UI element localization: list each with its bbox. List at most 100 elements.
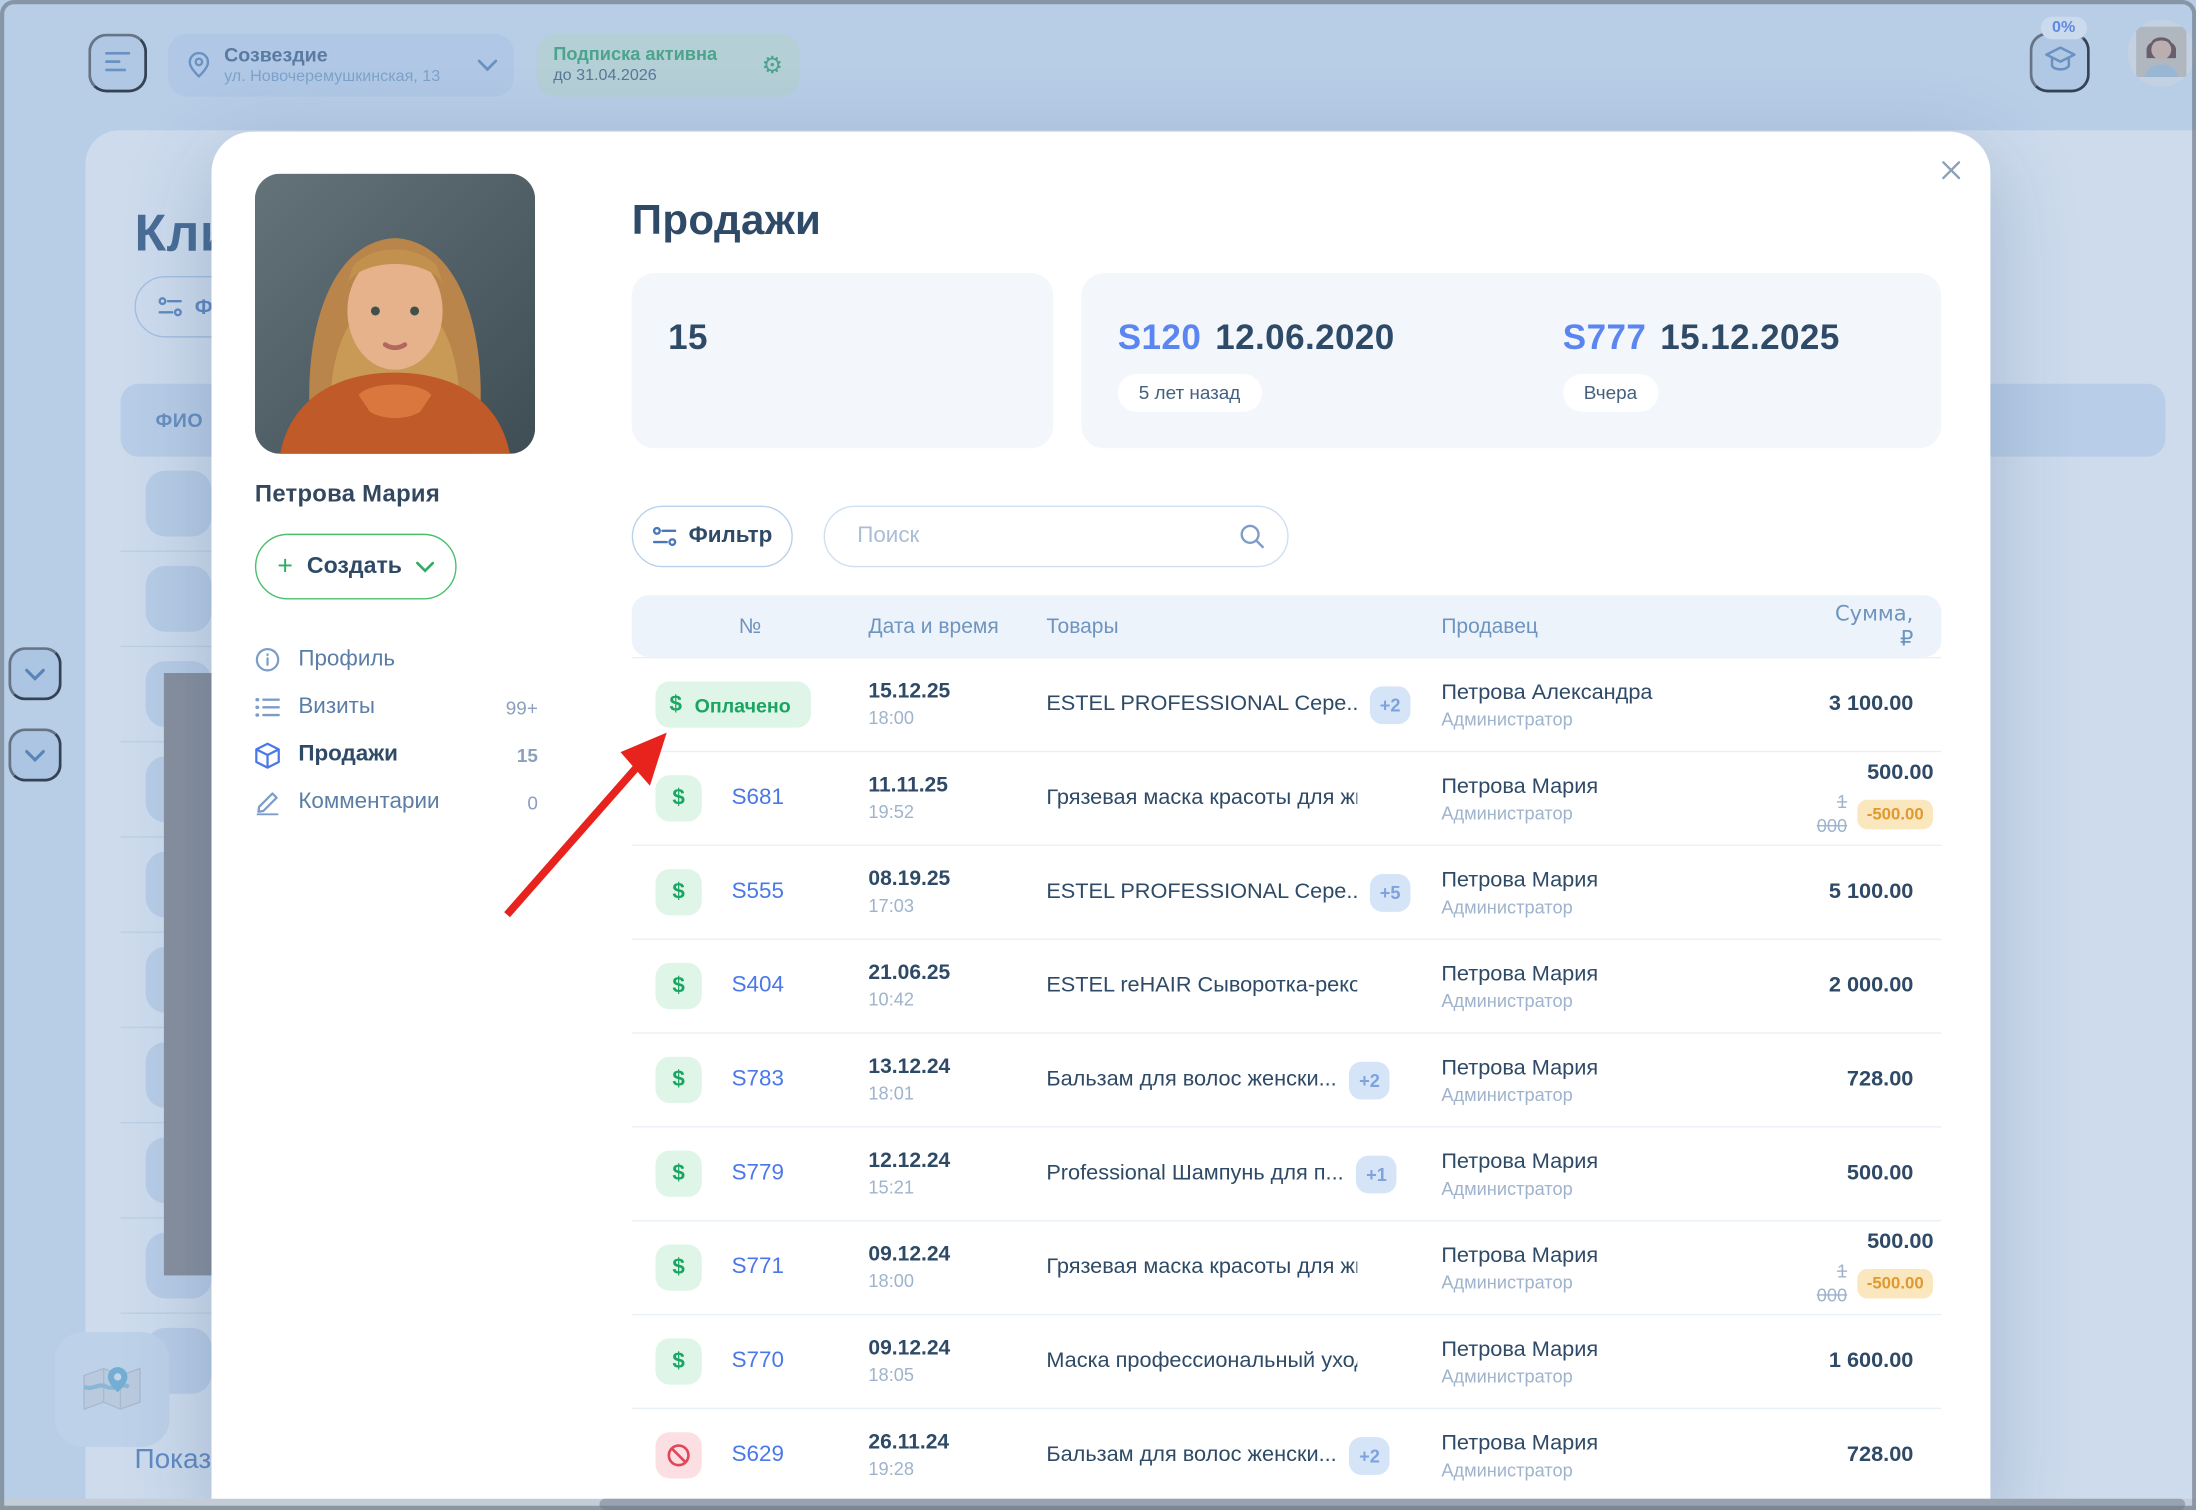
sale-number[interactable]: S771	[709, 1255, 807, 1280]
column-datetime: Дата и время	[868, 614, 1046, 638]
payment-status-icon[interactable]: $	[656, 1151, 702, 1197]
extra-products-badge[interactable]: +2	[1349, 1061, 1389, 1099]
product-name: Бальзам для волос женски...	[1046, 1443, 1336, 1468]
sale-row[interactable]: $ S629 26.11.24 19:28 Бальзам для волос …	[632, 1408, 1942, 1502]
menu-item-profile[interactable]: Профиль	[255, 636, 538, 684]
sale-row[interactable]: $ S404 21.06.25 10:42 ESTEL reHAIR Сывор…	[632, 938, 1942, 1032]
product-name: ESTEL PROFESSIONAL Сере...	[1046, 880, 1357, 905]
seller-name: Петрова Мария	[1441, 1243, 1816, 1268]
sale-amount: 500.00	[1817, 1228, 1934, 1256]
time-ago-badge: Вчера	[1563, 374, 1658, 412]
sale-amount: 728.00	[1817, 1441, 1914, 1469]
sales-filter-button[interactable]: Фильтр	[632, 506, 793, 568]
sale-date: 26.11.24	[868, 1428, 1046, 1455]
dollar-icon: $	[670, 692, 682, 717]
menu-item-sales[interactable]: Продажи 15	[255, 731, 538, 779]
stat-first-sale: Первая продажа S12012.06.2020 5 лет наза…	[1118, 307, 1395, 448]
modal-title: Продажи	[632, 197, 822, 245]
sale-date: 09.12.24	[868, 1241, 1046, 1268]
dollar-icon: $	[672, 1349, 684, 1374]
extra-products-badge[interactable]: +2	[1370, 686, 1410, 724]
close-icon[interactable]	[1933, 151, 1969, 187]
sale-number[interactable]: S770	[709, 1349, 807, 1374]
search-icon[interactable]	[1240, 524, 1265, 549]
seller-role: Администратор	[1441, 1365, 1816, 1386]
sale-number[interactable]: S404	[709, 973, 807, 998]
product-name: Грязевая маска красоты для жи...	[1046, 786, 1357, 811]
seller-name: Петрова Александра	[1441, 680, 1816, 705]
sale-row[interactable]: $ Оплачено 15.12.25 18:00 ESTEL PROFESSI…	[632, 657, 1942, 751]
sale-time: 18:00	[868, 708, 1046, 732]
sale-amount: 5 100.00	[1817, 878, 1914, 906]
pencil-icon	[255, 790, 282, 815]
product-name: Маска профессиональный уход...	[1046, 1349, 1357, 1374]
client-name: Петрова Мария	[255, 480, 440, 508]
sale-row[interactable]: $ S779 12.12.24 15:21 Professional Шампу…	[632, 1126, 1942, 1220]
product-name: Professional Шампунь для п...	[1046, 1161, 1343, 1186]
product-name: Грязевая маска красоты для жи...	[1046, 1255, 1357, 1280]
sale-date: 08.19.25	[868, 865, 1046, 892]
sale-amount: 500.00	[1817, 1160, 1914, 1188]
seller-role: Администратор	[1441, 1083, 1816, 1104]
column-number: №	[632, 614, 869, 638]
sale-row[interactable]: $ S771 09.12.24 18:00 Грязевая маска кра…	[632, 1220, 1942, 1314]
discount-badge: -500.00	[1857, 1269, 1934, 1299]
sale-time: 19:28	[868, 1459, 1046, 1483]
sale-amount: 500.00	[1817, 759, 1934, 787]
menu-item-visits[interactable]: Визиты 99+	[255, 684, 538, 732]
sale-time: 18:01	[868, 1083, 1046, 1107]
scrollbar-thumb[interactable]	[599, 1499, 2185, 1510]
cube-icon	[255, 742, 282, 769]
sale-number[interactable]: S681	[709, 786, 807, 811]
sale-time: 10:42	[868, 989, 1046, 1013]
seller-name: Петрова Мария	[1441, 1337, 1816, 1362]
sale-date: 15.12.2025	[1660, 318, 1839, 357]
dollar-icon: $	[672, 1161, 684, 1186]
status-tooltip: Оплачено	[695, 693, 791, 715]
payment-status-icon[interactable]: $	[656, 1432, 702, 1478]
sale-number[interactable]: S783	[709, 1067, 807, 1092]
seller-role: Администратор	[1441, 1271, 1816, 1292]
sale-time: 17:03	[868, 895, 1046, 919]
stat-dates-card: Первая продажа S12012.06.2020 5 лет наза…	[1081, 273, 1941, 448]
sales-table: $ Оплачено 15.12.25 18:00 ESTEL PROFESSI…	[632, 657, 1942, 1502]
app-window: Созвездие ул. Новочеремушкинская, 13 Под…	[0, 0, 2196, 1510]
payment-status-icon[interactable]: $	[656, 1338, 702, 1384]
seller-name: Петрова Мария	[1441, 1055, 1816, 1080]
sale-number[interactable]: S555	[709, 880, 807, 905]
sale-amount: 3 100.00	[1817, 690, 1914, 718]
sale-number[interactable]: S779	[709, 1161, 807, 1186]
payment-status-icon[interactable]: $	[656, 1057, 702, 1103]
menu-count: 15	[517, 744, 538, 765]
plus-icon: +	[277, 551, 293, 582]
filter-sliders-icon	[652, 527, 676, 547]
menu-item-comments[interactable]: Комментарии 0	[255, 779, 538, 827]
sale-row[interactable]: $ S681 11.11.25 19:52 Грязевая маска кра…	[632, 751, 1942, 845]
extra-products-badge[interactable]: +5	[1370, 873, 1410, 911]
seller-name: Петрова Мария	[1441, 868, 1816, 893]
payment-status-icon[interactable]: $	[656, 1245, 702, 1291]
sale-time: 18:00	[868, 1271, 1046, 1295]
payment-status-icon[interactable]: $	[656, 869, 702, 915]
extra-products-badge[interactable]: +2	[1349, 1436, 1389, 1474]
payment-status-icon[interactable]: $	[656, 963, 702, 1009]
sale-row[interactable]: $ S555 08.19.25 17:03 ESTEL PROFESSIONAL…	[632, 845, 1942, 939]
chevron-down-icon	[416, 561, 434, 572]
menu-count: 99+	[506, 697, 538, 718]
sale-date: 09.12.24	[868, 1335, 1046, 1362]
sale-number[interactable]: S629	[709, 1443, 807, 1468]
extra-products-badge[interactable]: +1	[1356, 1155, 1396, 1193]
cancelled-icon	[667, 1443, 691, 1467]
payment-status-icon[interactable]: $ Оплачено	[656, 681, 811, 727]
dollar-icon: $	[672, 880, 684, 905]
horizontal-scrollbar[interactable]	[0, 1499, 2196, 1510]
sale-row[interactable]: $ S783 13.12.24 18:01 Бальзам для волос …	[632, 1032, 1942, 1126]
payment-status-icon[interactable]: $	[656, 775, 702, 821]
create-button[interactable]: + Создать	[255, 534, 457, 600]
sale-date: 21.06.25	[868, 959, 1046, 986]
sale-row[interactable]: $ S770 09.12.24 18:05 Маска профессионал…	[632, 1314, 1942, 1408]
search-input[interactable]	[854, 522, 1239, 550]
sale-time: 18:05	[868, 1365, 1046, 1389]
search-box	[824, 506, 1289, 568]
menu-label: Комментарии	[298, 790, 439, 815]
